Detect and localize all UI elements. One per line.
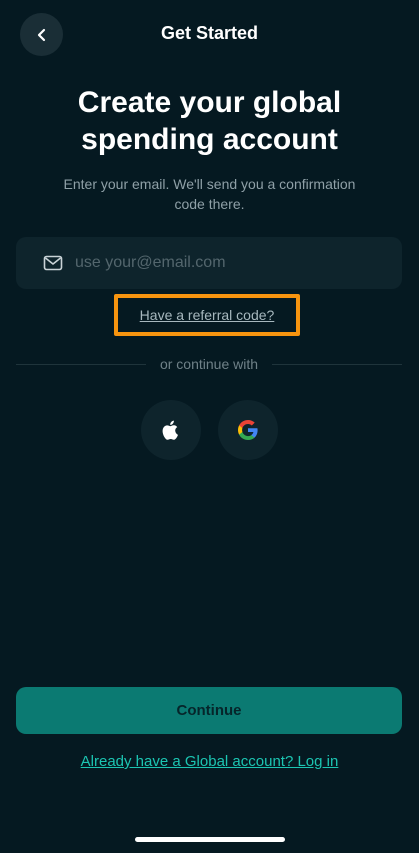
social-login-row xyxy=(141,400,278,460)
divider: or continue with xyxy=(16,354,402,374)
email-input[interactable] xyxy=(73,253,377,273)
google-login-button[interactable] xyxy=(218,400,278,460)
referral-code-link[interactable]: Have a referral code? xyxy=(140,307,275,323)
divider-text: or continue with xyxy=(159,356,259,372)
subtitle: Enter your email. We'll send you a confi… xyxy=(63,176,356,212)
divider-line-right xyxy=(272,363,402,365)
header: Get Started xyxy=(0,0,419,68)
apple-login-button[interactable] xyxy=(141,400,201,460)
headline: Create your global spending account xyxy=(77,86,342,156)
login-link[interactable]: Already have a Global account? Log in xyxy=(0,753,419,770)
apple-icon xyxy=(162,420,178,440)
email-field[interactable] xyxy=(16,237,402,289)
referral-highlight: Have a referral code? xyxy=(114,294,300,336)
get-started-screen: Get Started Create your global spending … xyxy=(0,0,419,853)
page-title: Get Started xyxy=(160,23,259,43)
mail-icon xyxy=(43,255,63,271)
google-icon xyxy=(238,420,258,440)
divider-line-left xyxy=(16,363,146,365)
continue-button[interactable]: Continue xyxy=(16,687,402,734)
home-indicator xyxy=(135,837,285,842)
